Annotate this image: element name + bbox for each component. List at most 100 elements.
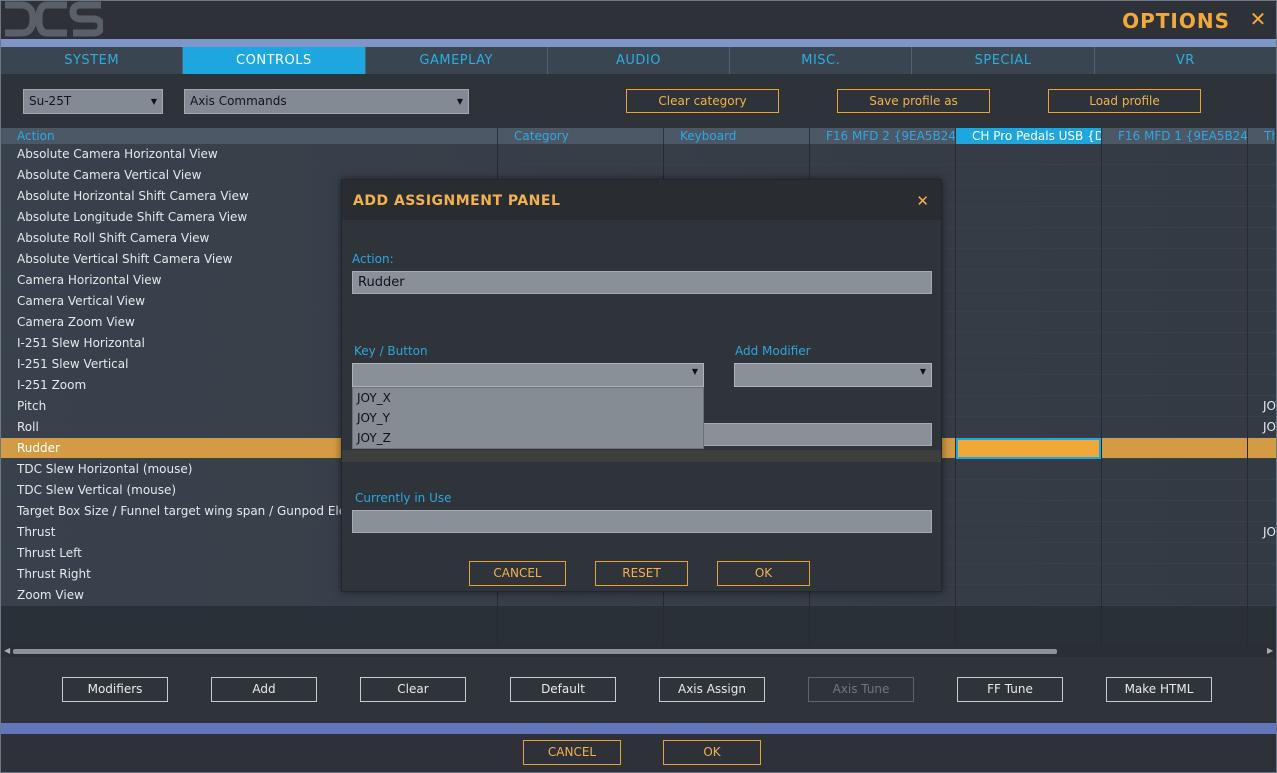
- aircraft-select-value: Su-25T: [29, 94, 72, 108]
- dropdown-option[interactable]: JOY_Z: [353, 428, 703, 448]
- default-button[interactable]: Default: [510, 677, 616, 702]
- action-field[interactable]: Rudder: [352, 271, 932, 294]
- row-action-label: I-251 Slew Horizontal: [17, 336, 145, 350]
- key-button-label: Key / Button: [354, 344, 428, 358]
- scroll-left-icon[interactable]: ◀: [4, 646, 10, 655]
- dropdown-option[interactable]: JOY_X: [353, 388, 703, 408]
- chevron-down-icon: ▼: [919, 367, 926, 376]
- modal-highlight-band: [342, 450, 941, 462]
- modifiers-button[interactable]: Modifiers: [62, 677, 168, 702]
- axis-assign-button[interactable]: Axis Assign: [659, 677, 765, 702]
- tab-system[interactable]: SYSTEM: [1, 47, 184, 74]
- row-action-label: Absolute Camera Horizontal View: [17, 147, 218, 161]
- currently-in-use-label: Currently in Use: [355, 491, 452, 505]
- row-action-label: Target Box Size / Funnel target wing spa…: [17, 504, 361, 518]
- close-window-icon[interactable]: ✕: [1246, 7, 1270, 31]
- category-select[interactable]: Axis Commands ▼: [184, 89, 469, 114]
- footer-cancel-button[interactable]: CANCEL: [523, 740, 621, 765]
- row-action-label: I-251 Zoom: [17, 378, 87, 392]
- make-html-button[interactable]: Make HTML: [1106, 677, 1212, 702]
- options-tabs: SYSTEM CONTROLS GAMEPLAY AUDIO MISC. SPECIAL V…: [1, 47, 1276, 74]
- tab-audio[interactable]: AUDIO: [548, 47, 731, 74]
- key-button-dropdown[interactable]: JOY_X JOY_Y JOY_Z: [352, 387, 704, 449]
- modal-header: ADD ASSIGNMENT PANEL ✕: [342, 180, 941, 220]
- row-action-label: Thrust: [17, 525, 56, 539]
- column-divider: [955, 144, 956, 645]
- options-window: OPTIONS ✕ SYSTEM CONTROLS GAMEPLAY AUDIO MIS…: [0, 0, 1277, 773]
- controls-toolbar: Su-25T ▼ Axis Commands ▼ Clear category …: [1, 74, 1276, 128]
- column-header[interactable]: Th: [1248, 128, 1276, 144]
- row-action-label: Thrust Left: [17, 546, 82, 560]
- row-action-label: Absolute Camera Vertical View: [17, 168, 202, 182]
- table-row[interactable]: Absolute Camera Horizontal View: [1, 144, 1276, 165]
- row-action-label: Absolute Roll Shift Camera View: [17, 231, 210, 245]
- row-action-label: Absolute Longitude Shift Camera View: [17, 210, 248, 224]
- add-modifier-label: Add Modifier: [735, 344, 811, 358]
- window-title: OPTIONS: [1122, 9, 1230, 33]
- chevron-down-icon: ▼: [456, 97, 463, 106]
- aircraft-select[interactable]: Su-25T ▼: [23, 89, 163, 114]
- footer: CANCEL OK: [1, 734, 1276, 772]
- modal-ok-button[interactable]: OK: [717, 561, 810, 586]
- row-action-label: Camera Zoom View: [17, 315, 135, 329]
- row-action-label: Zoom View: [17, 588, 84, 602]
- clear-category-button[interactable]: Clear category: [626, 89, 779, 113]
- clear-button[interactable]: Clear: [360, 677, 466, 702]
- ff-tune-button[interactable]: FF Tune: [957, 677, 1063, 702]
- close-icon[interactable]: ✕: [916, 192, 929, 210]
- tab-vr[interactable]: VR: [1095, 47, 1276, 74]
- column-divider: [1101, 144, 1102, 645]
- dropdown-option[interactable]: JOY_Y: [353, 408, 703, 428]
- save-profile-button[interactable]: Save profile as: [837, 89, 990, 113]
- accent-strip-top: [1, 39, 1276, 47]
- load-profile-button[interactable]: Load profile: [1048, 89, 1201, 113]
- column-header[interactable]: Category: [498, 128, 664, 144]
- row-action-label: Roll: [17, 420, 39, 434]
- column-header[interactable]: Action: [1, 128, 498, 144]
- currently-in-use-field: [352, 510, 932, 533]
- title-bar: OPTIONS ✕: [1, 1, 1276, 39]
- row-action-label: I-251 Slew Vertical: [17, 357, 129, 371]
- row-action-label: Camera Vertical View: [17, 294, 146, 308]
- scrollbar-thumb[interactable]: [13, 649, 1057, 654]
- action-label: Action:: [352, 252, 394, 266]
- horizontal-scrollbar[interactable]: ◀ ▶: [1, 645, 1276, 657]
- row-action-label: TDC Slew Vertical (mouse): [17, 483, 177, 497]
- tab-gameplay[interactable]: GAMEPLAY: [366, 47, 548, 74]
- row-action-label: Pitch: [17, 399, 47, 413]
- row-binding-cell[interactable]: JOY: [1263, 417, 1276, 438]
- scroll-right-icon[interactable]: ▶: [1267, 646, 1273, 655]
- dcs-logo-icon: [5, 1, 103, 37]
- key-button-select[interactable]: ▼: [352, 363, 704, 387]
- category-select-value: Axis Commands: [190, 94, 287, 108]
- column-header[interactable]: F16 MFD 1 {9EA5B240: [1102, 128, 1248, 144]
- row-binding-cell[interactable]: JOY: [1263, 396, 1276, 417]
- table-header: Action Category Keyboard F16 MFD 2 {9EA5B24…: [1, 128, 1276, 144]
- column-header[interactable]: Keyboard: [664, 128, 810, 144]
- add-assignment-panel: ADD ASSIGNMENT PANEL ✕ Action: Rudder Ke…: [341, 179, 942, 592]
- chevron-down-icon: ▼: [150, 97, 157, 106]
- row-action-label: Rudder: [17, 441, 60, 455]
- column-header[interactable]: CH Pro Pedals USB {D: [956, 128, 1102, 144]
- tab-controls[interactable]: CONTROLS: [183, 47, 366, 74]
- axis-tune-button: Axis Tune: [808, 677, 914, 702]
- row-binding-cell[interactable]: JOY: [1263, 522, 1276, 543]
- footer-ok-button[interactable]: OK: [663, 740, 761, 765]
- column-divider: [1247, 144, 1248, 645]
- selected-cell[interactable]: [956, 438, 1101, 459]
- modal-cancel-button[interactable]: CANCEL: [469, 561, 566, 586]
- accent-strip-bottom: [1, 723, 1276, 734]
- bottom-toolbar: Modifiers Add Clear Default Axis Assign Axis …: [1, 657, 1276, 723]
- add-modifier-select[interactable]: ▼: [734, 363, 932, 387]
- tab-special[interactable]: SPECIAL: [912, 47, 1095, 74]
- add-button[interactable]: Add: [211, 677, 317, 702]
- row-action-label: Thrust Right: [17, 567, 91, 581]
- row-action-label: Absolute Vertical Shift Camera View: [17, 252, 233, 266]
- tab-misc[interactable]: MISC.: [730, 47, 913, 74]
- modifier-list-field[interactable]: [702, 423, 932, 446]
- row-action-label: Camera Horizontal View: [17, 273, 162, 287]
- column-header[interactable]: F16 MFD 2 {9EA5B240: [810, 128, 956, 144]
- chevron-down-icon: ▼: [691, 367, 698, 376]
- modal-title: ADD ASSIGNMENT PANEL: [353, 193, 561, 209]
- modal-reset-button[interactable]: RESET: [595, 561, 688, 586]
